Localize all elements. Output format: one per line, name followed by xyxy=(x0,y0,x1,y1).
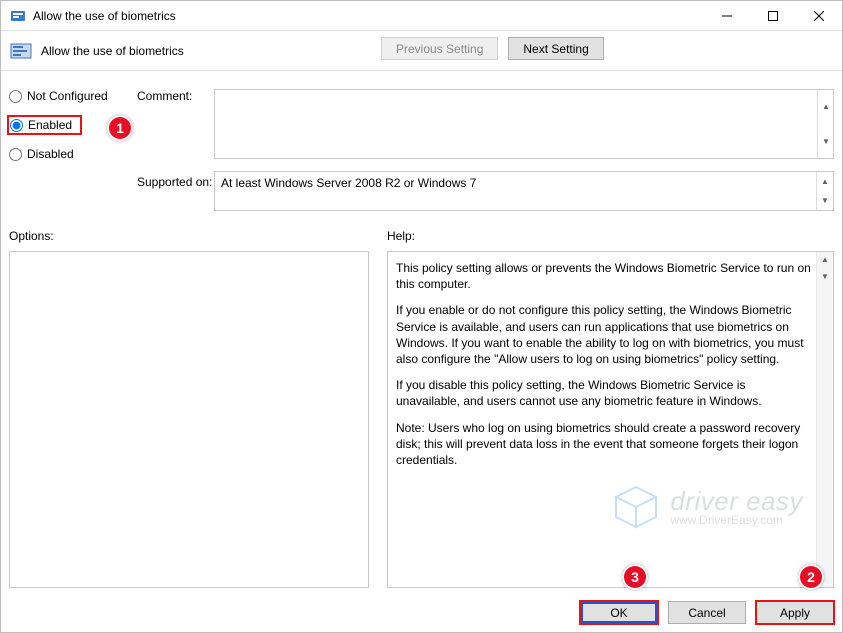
watermark-brand: driver easy xyxy=(670,488,803,514)
policy-name: Allow the use of biometrics xyxy=(41,44,184,58)
supported-on-label: Supported on: xyxy=(137,175,212,189)
supported-spinner[interactable]: ▲▼ xyxy=(816,172,833,210)
cancel-button[interactable]: Cancel xyxy=(668,601,746,624)
annotation-badge-3: 3 xyxy=(622,564,648,590)
options-label: Options: xyxy=(9,229,54,243)
options-panel xyxy=(9,251,369,588)
maximize-button[interactable] xyxy=(750,1,796,31)
chevron-up-icon[interactable]: ▲ xyxy=(818,89,834,124)
ok-button[interactable]: OK xyxy=(580,601,658,624)
comment-spinner[interactable]: ▲▼ xyxy=(817,89,834,159)
annotation-badge-1: 1 xyxy=(107,115,133,141)
radio-enabled-input[interactable] xyxy=(10,119,23,132)
next-setting-button[interactable]: Next Setting xyxy=(508,37,603,60)
window-title: Allow the use of biometrics xyxy=(33,9,704,23)
supported-on-box: At least Windows Server 2008 R2 or Windo… xyxy=(214,171,834,211)
help-scrollbar[interactable]: ▲ ▼ xyxy=(816,252,833,587)
help-panel: This policy setting allows or prevents t… xyxy=(387,251,834,588)
radio-label: Enabled xyxy=(28,118,72,132)
radio-disabled-input[interactable] xyxy=(9,148,22,161)
close-button[interactable] xyxy=(796,1,842,31)
help-text: If you disable this policy setting, the … xyxy=(396,377,811,409)
app-icon xyxy=(9,7,27,25)
supported-on-text: At least Windows Server 2008 R2 or Windo… xyxy=(221,176,827,190)
comment-label: Comment: xyxy=(137,89,192,103)
radio-enabled[interactable]: Enabled xyxy=(10,118,72,132)
watermark: driver easy www.DriverEasy.com xyxy=(612,483,803,531)
chevron-up-icon[interactable]: ▲ xyxy=(817,172,833,191)
annotation-badge-2: 2 xyxy=(798,564,824,590)
help-label: Help: xyxy=(387,229,415,243)
scroll-down-icon[interactable]: ▼ xyxy=(817,269,833,286)
help-text: Note: Users who log on using biometrics … xyxy=(396,420,811,469)
comment-textarea[interactable] xyxy=(214,89,834,159)
scroll-up-icon[interactable]: ▲ xyxy=(817,252,833,269)
apply-button[interactable]: Apply xyxy=(756,601,834,624)
policy-icon xyxy=(9,39,33,63)
chevron-down-icon[interactable]: ▼ xyxy=(818,124,834,159)
radio-not-configured-input[interactable] xyxy=(9,90,22,103)
titlebar: Allow the use of biometrics xyxy=(1,1,842,31)
help-text: If you enable or do not configure this p… xyxy=(396,302,811,367)
help-text: This policy setting allows or prevents t… xyxy=(396,260,811,292)
annotation-highlight-enabled: Enabled xyxy=(7,115,82,135)
radio-not-configured[interactable]: Not Configured xyxy=(9,89,129,103)
radio-label: Disabled xyxy=(27,147,74,161)
previous-setting-button: Previous Setting xyxy=(381,37,498,60)
radio-disabled[interactable]: Disabled xyxy=(9,147,129,161)
radio-label: Not Configured xyxy=(27,89,108,103)
gpedit-policy-dialog: Allow the use of biometrics Allow the us… xyxy=(0,0,843,633)
minimize-button[interactable] xyxy=(704,1,750,31)
chevron-down-icon[interactable]: ▼ xyxy=(817,191,833,210)
watermark-url: www.DriverEasy.com xyxy=(670,514,803,526)
cube-icon xyxy=(612,483,660,531)
